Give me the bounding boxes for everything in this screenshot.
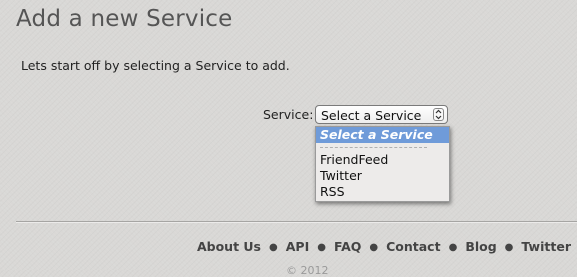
service-option-rss[interactable]: RSS bbox=[316, 184, 449, 200]
service-select-value: Select a Service bbox=[321, 108, 422, 123]
intro-text: Lets start off by selecting a Service to… bbox=[21, 58, 290, 73]
service-option-twitter[interactable]: Twitter bbox=[316, 168, 449, 184]
service-option-select[interactable]: Select a Service bbox=[316, 127, 449, 143]
footer-link-twitter[interactable]: Twitter bbox=[521, 239, 571, 254]
service-option-friendfeed[interactable]: FriendFeed bbox=[316, 152, 449, 168]
service-select[interactable]: Select a Service bbox=[315, 105, 448, 124]
footer-separator: ● bbox=[369, 242, 379, 253]
footer-link-contact[interactable]: Contact bbox=[386, 239, 440, 254]
footer-separator: ● bbox=[504, 242, 514, 253]
footer-nav: About Us ● API ● FAQ ● Contact ● Blog ● Twitter bbox=[197, 239, 571, 254]
footer-link-api[interactable]: API bbox=[286, 239, 310, 254]
up-down-chevron-icon bbox=[433, 108, 444, 121]
copyright-text: © 2012 bbox=[286, 264, 329, 277]
service-label: Service: bbox=[263, 107, 314, 122]
footer-separator: ● bbox=[269, 242, 278, 253]
service-dropdown-list[interactable]: Select a Service FriendFeed Twitter RSS bbox=[315, 126, 450, 202]
option-separator bbox=[320, 147, 427, 148]
footer-link-about[interactable]: About Us bbox=[197, 239, 261, 254]
page-title: Add a new Service bbox=[16, 6, 233, 32]
footer-divider bbox=[16, 221, 577, 223]
footer-separator: ● bbox=[317, 242, 326, 253]
footer-separator: ● bbox=[448, 242, 458, 253]
footer-link-blog[interactable]: Blog bbox=[465, 239, 496, 254]
footer-link-faq[interactable]: FAQ bbox=[334, 239, 361, 254]
